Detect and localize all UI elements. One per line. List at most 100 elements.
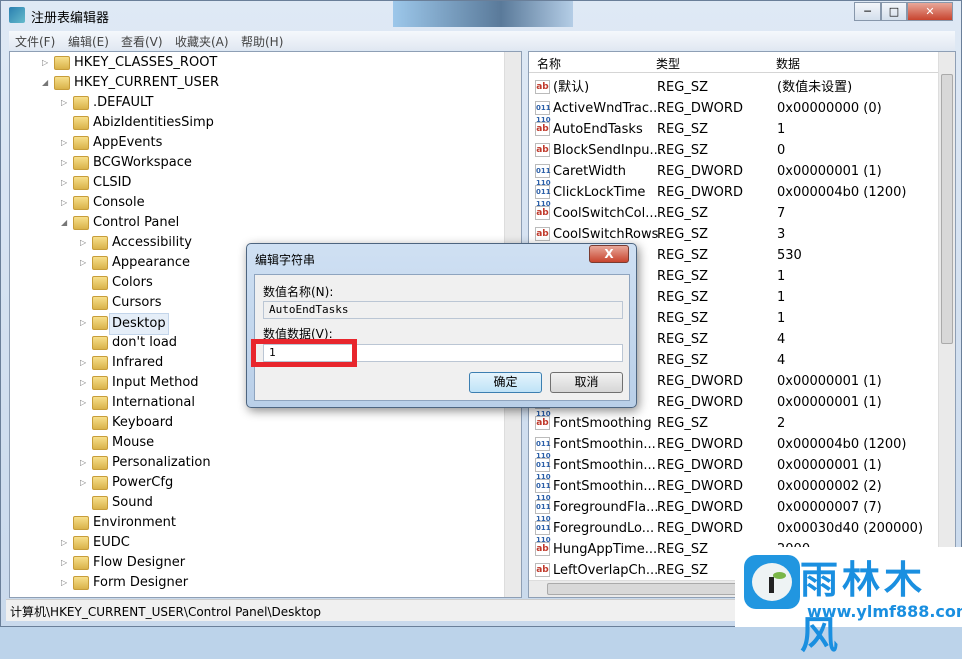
tree-node[interactable]: ▷ EUDC: [10, 533, 500, 553]
tree-node[interactable]: AbizIdentitiesSimp: [10, 113, 500, 133]
value-type: REG_SZ: [657, 122, 708, 137]
folder-icon: [92, 456, 108, 470]
binary-value-icon: 011110: [535, 479, 551, 502]
folder-icon: [92, 376, 108, 390]
folder-icon: [92, 236, 108, 250]
value-type: REG_SZ: [657, 290, 708, 305]
value-row[interactable]: 011 110 FontSmoothin... REG_DWORD 0x00000001…: [529, 455, 938, 481]
expander-icon[interactable]: ▷: [80, 453, 86, 473]
ok-button[interactable]: 确定: [469, 372, 542, 393]
tree-node[interactable]: Mouse: [10, 433, 500, 453]
hscroll-thumb[interactable]: [547, 583, 747, 595]
value-data: 1: [777, 311, 786, 326]
binary-value-icon: 011110: [535, 458, 551, 481]
tree-node[interactable]: ▷ Personalization: [10, 453, 500, 473]
folder-icon: [54, 56, 70, 70]
tree-node[interactable]: Keyboard: [10, 413, 500, 433]
value-type: REG_DWORD: [657, 479, 743, 494]
value-row[interactable]: ab FontSmoothing REG_SZ 2: [529, 413, 938, 434]
value-row[interactable]: 011 110 ForegroundLo... REG_DWORD 0x00030d40…: [529, 518, 938, 544]
folder-icon: [73, 96, 89, 110]
value-row[interactable]: 011 110 FontSmoothin... REG_DWORD 0x00000002…: [529, 476, 938, 502]
minimize-button[interactable]: ─: [854, 2, 881, 21]
menu-file[interactable]: 文件(F): [15, 33, 55, 50]
tree-node[interactable]: Environment: [10, 513, 500, 533]
maximize-button[interactable]: □: [881, 2, 907, 21]
value-data: 7: [777, 206, 786, 221]
value-row[interactable]: 011 110 FontSmoothin... REG_DWORD 0x000004b0…: [529, 434, 938, 460]
expander-icon[interactable]: ▷: [80, 313, 86, 333]
expander-icon[interactable]: ▷: [80, 233, 86, 253]
value-type: REG_DWORD: [657, 185, 743, 200]
string-value-icon: ab: [535, 206, 550, 220]
tree-node[interactable]: ▷ Flow Designer: [10, 553, 500, 573]
column-type[interactable]: 类型: [656, 55, 680, 72]
value-row[interactable]: 011 110 ClickLockTime REG_DWORD 0x000004b0 (…: [529, 182, 938, 208]
tree-node[interactable]: ▷ Console: [10, 193, 500, 213]
expander-icon[interactable]: ◢: [42, 73, 48, 93]
tree-node-label: Input Method: [112, 375, 199, 390]
tree-node[interactable]: ◢ HKEY_CURRENT_USER: [10, 73, 500, 93]
value-row[interactable]: ab AutoEndTasks REG_SZ 1: [529, 119, 938, 140]
expander-icon[interactable]: ▷: [61, 573, 67, 593]
tree-node[interactable]: ▷ Form Designer: [10, 573, 500, 593]
expander-icon[interactable]: ▷: [61, 553, 67, 573]
value-name: FontSmoothing: [553, 416, 652, 431]
tree-node-label: CLSID: [93, 175, 132, 190]
folder-icon: [92, 296, 108, 310]
tree-node[interactable]: ▷ AppEvents: [10, 133, 500, 153]
expander-icon[interactable]: ▷: [80, 373, 86, 393]
dialog-close-button[interactable]: X: [589, 245, 629, 263]
expander-icon[interactable]: ▷: [80, 353, 86, 373]
folder-icon: [73, 116, 89, 130]
expander-icon[interactable]: ▷: [80, 253, 86, 273]
scroll-thumb[interactable]: [941, 74, 953, 344]
menu-help[interactable]: 帮助(H): [241, 33, 283, 50]
value-data: 0x00000001 (1): [777, 374, 882, 389]
cancel-button[interactable]: 取消: [550, 372, 623, 393]
expander-icon[interactable]: ▷: [42, 53, 48, 73]
tree-node[interactable]: ▷ BCGWorkspace: [10, 153, 500, 173]
expander-icon[interactable]: ▷: [61, 133, 67, 153]
tree-node[interactable]: Sound: [10, 493, 500, 513]
menu-view[interactable]: 查看(V): [121, 33, 163, 50]
binary-value-icon: 011110: [535, 185, 551, 208]
value-name: (默认): [553, 80, 590, 95]
value-row[interactable]: ab BlockSendInpu... REG_SZ 0: [529, 140, 938, 161]
value-row[interactable]: ab (默认) REG_SZ (数值未设置): [529, 77, 938, 98]
value-row[interactable]: ab CoolSwitchCol... REG_SZ 7: [529, 203, 938, 224]
expander-icon[interactable]: ▷: [61, 533, 67, 553]
tree-node-label: International: [112, 395, 195, 410]
menu-favorites[interactable]: 收藏夹(A): [175, 33, 229, 50]
value-row[interactable]: ab CoolSwitchRows REG_SZ 3: [529, 224, 938, 245]
brand-url: www.ylmf888.com: [807, 602, 962, 621]
value-type: REG_SZ: [657, 227, 708, 242]
list-scrollbar[interactable]: [938, 52, 955, 597]
expander-icon[interactable]: ▷: [80, 473, 86, 493]
column-name[interactable]: 名称: [537, 55, 561, 72]
expander-icon[interactable]: ◢: [61, 213, 67, 233]
column-data[interactable]: 数据: [776, 55, 800, 72]
value-data: 4: [777, 353, 786, 368]
value-row[interactable]: 011 110 CaretWidth REG_DWORD 0x00000001 (1): [529, 161, 938, 187]
value-row[interactable]: 011 110 ActiveWndTrac... REG_DWORD 0x0000000…: [529, 98, 938, 124]
tree-node[interactable]: ▷ .DEFAULT: [10, 93, 500, 113]
close-button[interactable]: ✕: [907, 2, 953, 21]
value-name: BlockSendInpu...: [553, 143, 662, 158]
expander-icon[interactable]: ▷: [61, 193, 67, 213]
folder-icon: [92, 276, 108, 290]
value-name: FontSmoothin...: [553, 479, 656, 494]
value-name: ClickLockTime: [553, 185, 646, 200]
tree-node[interactable]: ▷ PowerCfg: [10, 473, 500, 493]
tree-node[interactable]: ▷ HKEY_CLASSES_ROOT: [10, 53, 500, 73]
expander-icon[interactable]: ▷: [80, 393, 86, 413]
menu-edit[interactable]: 编辑(E): [68, 33, 109, 50]
expander-icon[interactable]: ▷: [61, 153, 67, 173]
expander-icon[interactable]: ▷: [61, 93, 67, 113]
expander-icon[interactable]: ▷: [61, 173, 67, 193]
menu-bar: 文件(F) 编辑(E) 查看(V) 收藏夹(A) 帮助(H): [9, 31, 955, 50]
tree-node[interactable]: ▷ CLSID: [10, 173, 500, 193]
tree-node[interactable]: ◢ Control Panel: [10, 213, 500, 233]
tree-node-label: don't load: [112, 335, 178, 350]
value-row[interactable]: 011 110 ForegroundFla... REG_DWORD 0x0000000…: [529, 497, 938, 523]
